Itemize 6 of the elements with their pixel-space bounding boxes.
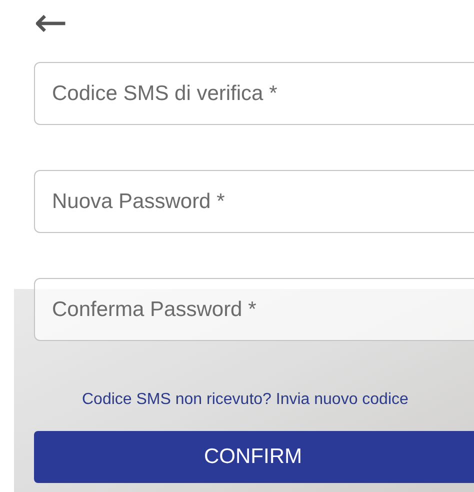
resend-link[interactable]: Codice SMS non ricevuto? Invia nuovo codice: [82, 391, 408, 408]
back-button[interactable]: ←: [34, 3, 68, 43]
input-field[interactable]: Conferma Password *: [34, 278, 474, 341]
confirm-button[interactable]: CONFIRM: [34, 431, 474, 483]
input-field[interactable]: Codice SMS di verifica *: [34, 62, 474, 125]
input-field[interactable]: Nuova Password *: [34, 170, 474, 233]
